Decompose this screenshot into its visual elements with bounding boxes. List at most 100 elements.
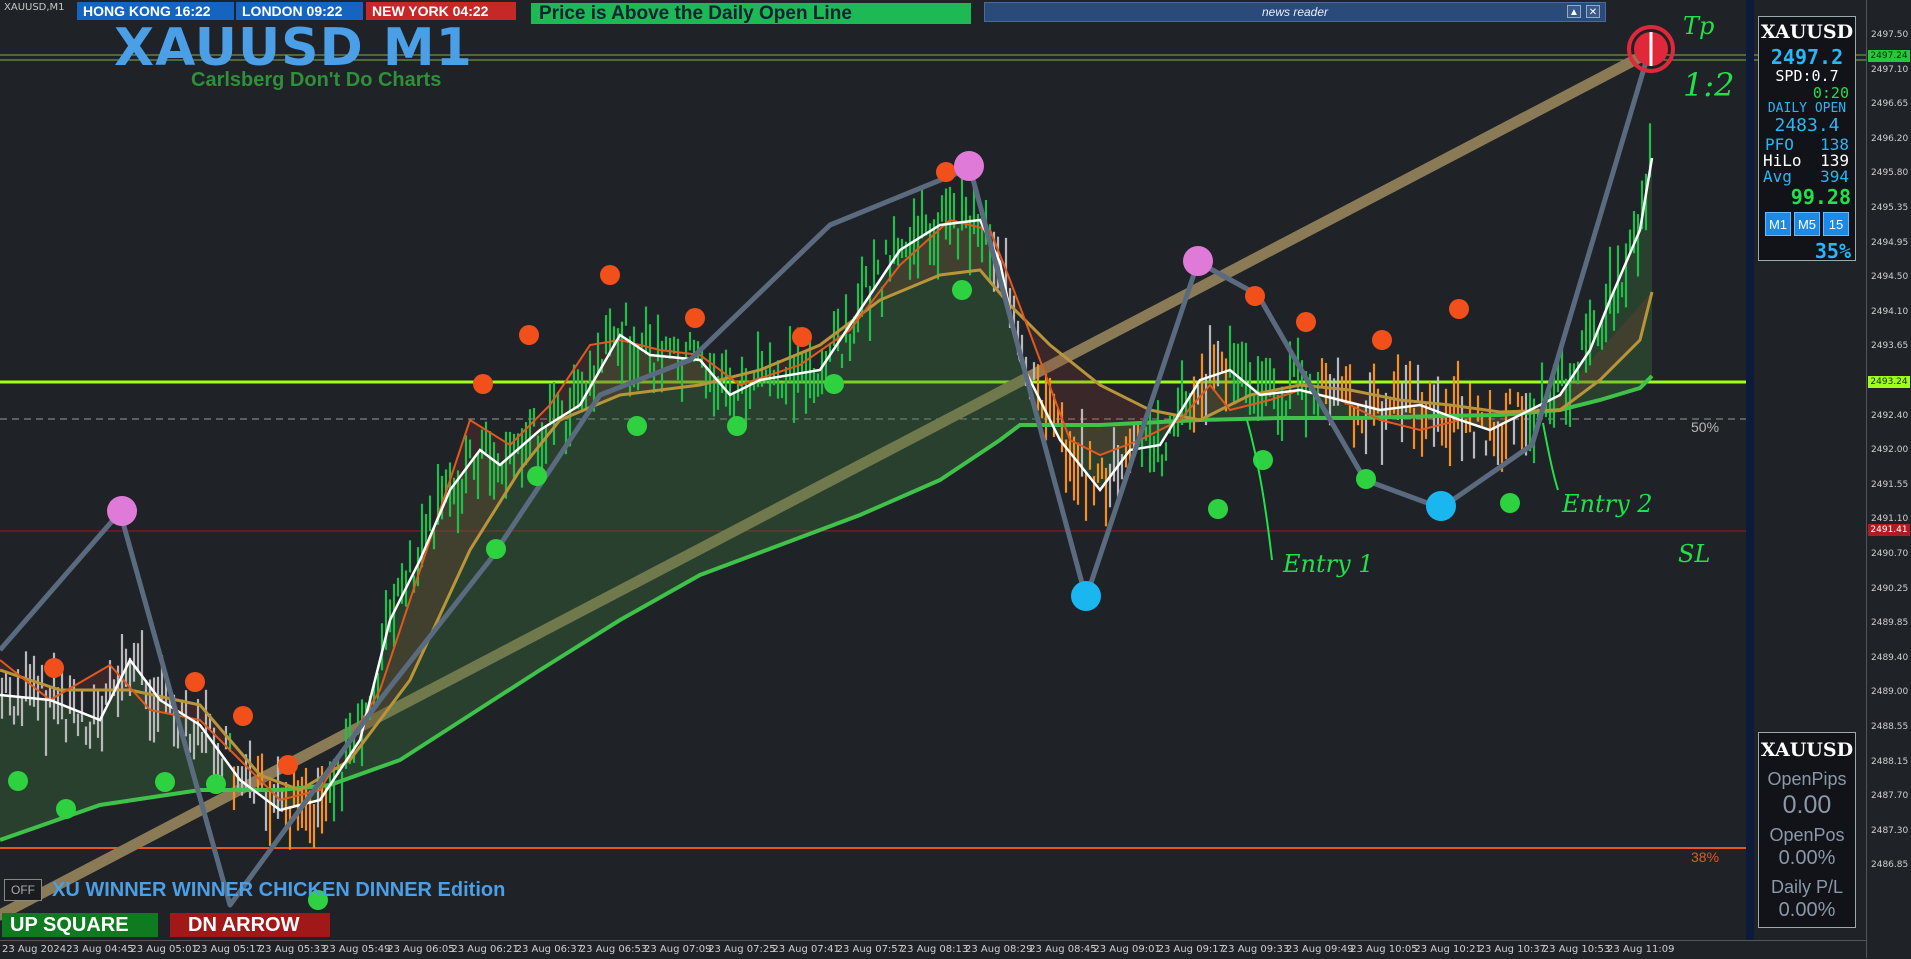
info-avg-value: 394 xyxy=(1820,167,1849,186)
info-daily-open-value: 2483.4 xyxy=(1774,115,1840,136)
price-axis[interactable]: 2497.50 2497.10 2496.65 2496.20 2495.80 2495.… xyxy=(1866,0,1911,958)
time-axis-label: 23 Aug 06:53 xyxy=(579,944,648,955)
time-axis-label: 23 Aug 09:33 xyxy=(1221,944,1290,955)
price-axis-label: 2492.40 xyxy=(1871,410,1909,421)
major-low-marker xyxy=(1426,491,1456,521)
pivot-high-marker xyxy=(685,308,705,328)
open-pips-value: 0.00 xyxy=(1782,791,1832,819)
news-reader-title: news reader xyxy=(1261,5,1329,19)
sl-price-tag: 2491.41 xyxy=(1868,524,1910,536)
time-axis-label: 23 Aug 05:49 xyxy=(323,944,391,955)
major-high-marker xyxy=(954,151,984,181)
time-axis-label: 23 Aug 10:53 xyxy=(1542,944,1611,955)
pivot-high-marker xyxy=(792,327,812,347)
collapse-icon[interactable]: ▲ xyxy=(1567,5,1581,18)
major-low-marker xyxy=(1071,581,1101,611)
info-symbol: XAUUSD xyxy=(1760,21,1854,43)
dn-arrow-button[interactable]: DN ARROW xyxy=(170,913,330,937)
time-axis-label: 23 Aug 08:29 xyxy=(965,944,1033,955)
trade-symbol: XAUUSD xyxy=(1760,739,1854,761)
chart-subtitle: Carlsberg Don't Do Charts xyxy=(191,69,442,91)
timeframe-m5-button[interactable]: M5 xyxy=(1794,212,1820,236)
major-high-marker xyxy=(1183,246,1213,276)
time-axis-label: 23 Aug 06:05 xyxy=(387,944,455,955)
price-axis-label: 2496.20 xyxy=(1871,133,1909,144)
pivot-low-marker xyxy=(527,466,547,486)
close-icon[interactable]: ✕ xyxy=(1586,5,1600,18)
time-axis-label: 23 Aug 08:45 xyxy=(1029,944,1097,955)
price-axis-label: 2493.65 xyxy=(1871,341,1909,352)
pivot-low-marker xyxy=(1208,499,1228,519)
fib-38-label: 38% xyxy=(1691,849,1720,865)
price-axis-label: 2494.95 xyxy=(1871,237,1909,248)
info-avg-label: Avg xyxy=(1763,167,1792,186)
price-axis-label: 2490.25 xyxy=(1871,583,1909,594)
pivot-high-marker xyxy=(519,325,539,345)
open-pos-value: 0.00% xyxy=(1778,847,1836,869)
current-price-tag: 2497.24 xyxy=(1868,50,1910,62)
pivot-low-marker xyxy=(56,799,76,819)
price-axis-label: 2488.15 xyxy=(1871,756,1909,767)
trade-panel: XAUUSD OpenPips 0.00 OpenPos 0.00% Daily… xyxy=(1758,732,1856,928)
pivot-high-marker xyxy=(44,658,64,678)
price-axis-label: 2487.30 xyxy=(1871,825,1909,836)
time-axis-label: 23 Aug 09:17 xyxy=(1157,944,1226,955)
pivot-high-marker xyxy=(936,162,956,182)
up-square-button[interactable]: UP SQUARE xyxy=(2,913,158,937)
daily-pl-value: 0.00% xyxy=(1778,899,1836,921)
time-axis-label: 23 Aug 06:21 xyxy=(451,944,519,955)
time-axis-label: 23 Aug 07:57 xyxy=(836,944,905,955)
time-axis-label: 23 Aug 09:49 xyxy=(1286,944,1354,955)
price-axis-label: 2497.10 xyxy=(1871,64,1909,75)
risk-reward-annotation: 1:2 xyxy=(1683,66,1735,104)
pivot-high-marker xyxy=(1296,312,1316,332)
pivot-high-marker xyxy=(473,374,493,394)
chart-tab-title: XAUUSD,M1 xyxy=(4,2,65,13)
info-spread: SPD:0.7 xyxy=(1775,67,1839,85)
time-axis-label: 23 Aug 10:21 xyxy=(1414,944,1482,955)
pivot-low-marker xyxy=(952,280,972,300)
pivot-low-marker xyxy=(727,416,747,436)
pivot-high-marker xyxy=(1449,299,1469,319)
entry2-arrow-stroke xyxy=(1542,422,1559,491)
time-axis-label: 23 Aug 07:25 xyxy=(708,944,776,955)
info-timer: 0:20 xyxy=(1812,84,1849,102)
pivot-high-marker xyxy=(600,265,620,285)
price-axis-label: 2491.55 xyxy=(1871,479,1909,490)
time-axis-label: 23 Aug 05:17 xyxy=(194,944,263,955)
timeframe-m15-button[interactable]: 15 xyxy=(1823,212,1849,236)
price-axis-label: 2494.10 xyxy=(1871,306,1909,317)
news-reader-bar[interactable]: news reader ▲ ✕ xyxy=(984,2,1606,22)
info-percent: 35% xyxy=(1814,239,1851,263)
open-pips-label: OpenPips xyxy=(1767,769,1847,789)
time-axis-label: 23 Aug 09:01 xyxy=(1093,944,1161,955)
time-axis-label: 23 Aug 2024 xyxy=(2,944,67,955)
pivot-low-marker xyxy=(206,774,226,794)
open-pos-label: OpenPos xyxy=(1769,825,1845,845)
pivot-high-marker xyxy=(1245,286,1265,306)
pivot-low-marker xyxy=(155,772,175,792)
pivot-low-marker xyxy=(486,539,506,559)
price-axis-label: 2494.50 xyxy=(1871,272,1909,283)
price-axis-label: 2489.40 xyxy=(1871,652,1909,663)
pivot-low-marker xyxy=(1500,493,1520,513)
price-chart[interactable] xyxy=(0,0,1911,958)
tp-annotation: Tp xyxy=(1683,12,1715,40)
off-toggle-button[interactable]: OFF xyxy=(4,879,42,901)
fib-50-label: 50% xyxy=(1691,419,1720,435)
time-axis[interactable]: 23 Aug 2024 23 Aug 04:45 23 Aug 05:01 23 Au… xyxy=(0,940,1866,959)
panel-strip xyxy=(1746,0,1754,940)
time-axis-label: 23 Aug 05:33 xyxy=(258,944,327,955)
price-axis-label: 2489.85 xyxy=(1871,618,1909,629)
time-axis-label: 23 Aug 08:13 xyxy=(900,944,969,955)
price-axis-label: 2495.35 xyxy=(1871,203,1909,213)
price-axis-label: 2497.50 xyxy=(1871,30,1909,40)
daily-pl-label: Daily P/L xyxy=(1770,877,1844,897)
time-axis-label: 23 Aug 06:37 xyxy=(515,944,584,955)
pivot-high-marker xyxy=(278,755,298,775)
price-axis-label: 2489.00 xyxy=(1871,687,1909,698)
entry1-annotation: Entry 1 xyxy=(1283,550,1374,578)
price-axis-label: 2495.80 xyxy=(1871,168,1909,179)
price-axis-label: 2496.65 xyxy=(1871,99,1909,110)
timeframe-m1-button[interactable]: M1 xyxy=(1765,212,1791,236)
